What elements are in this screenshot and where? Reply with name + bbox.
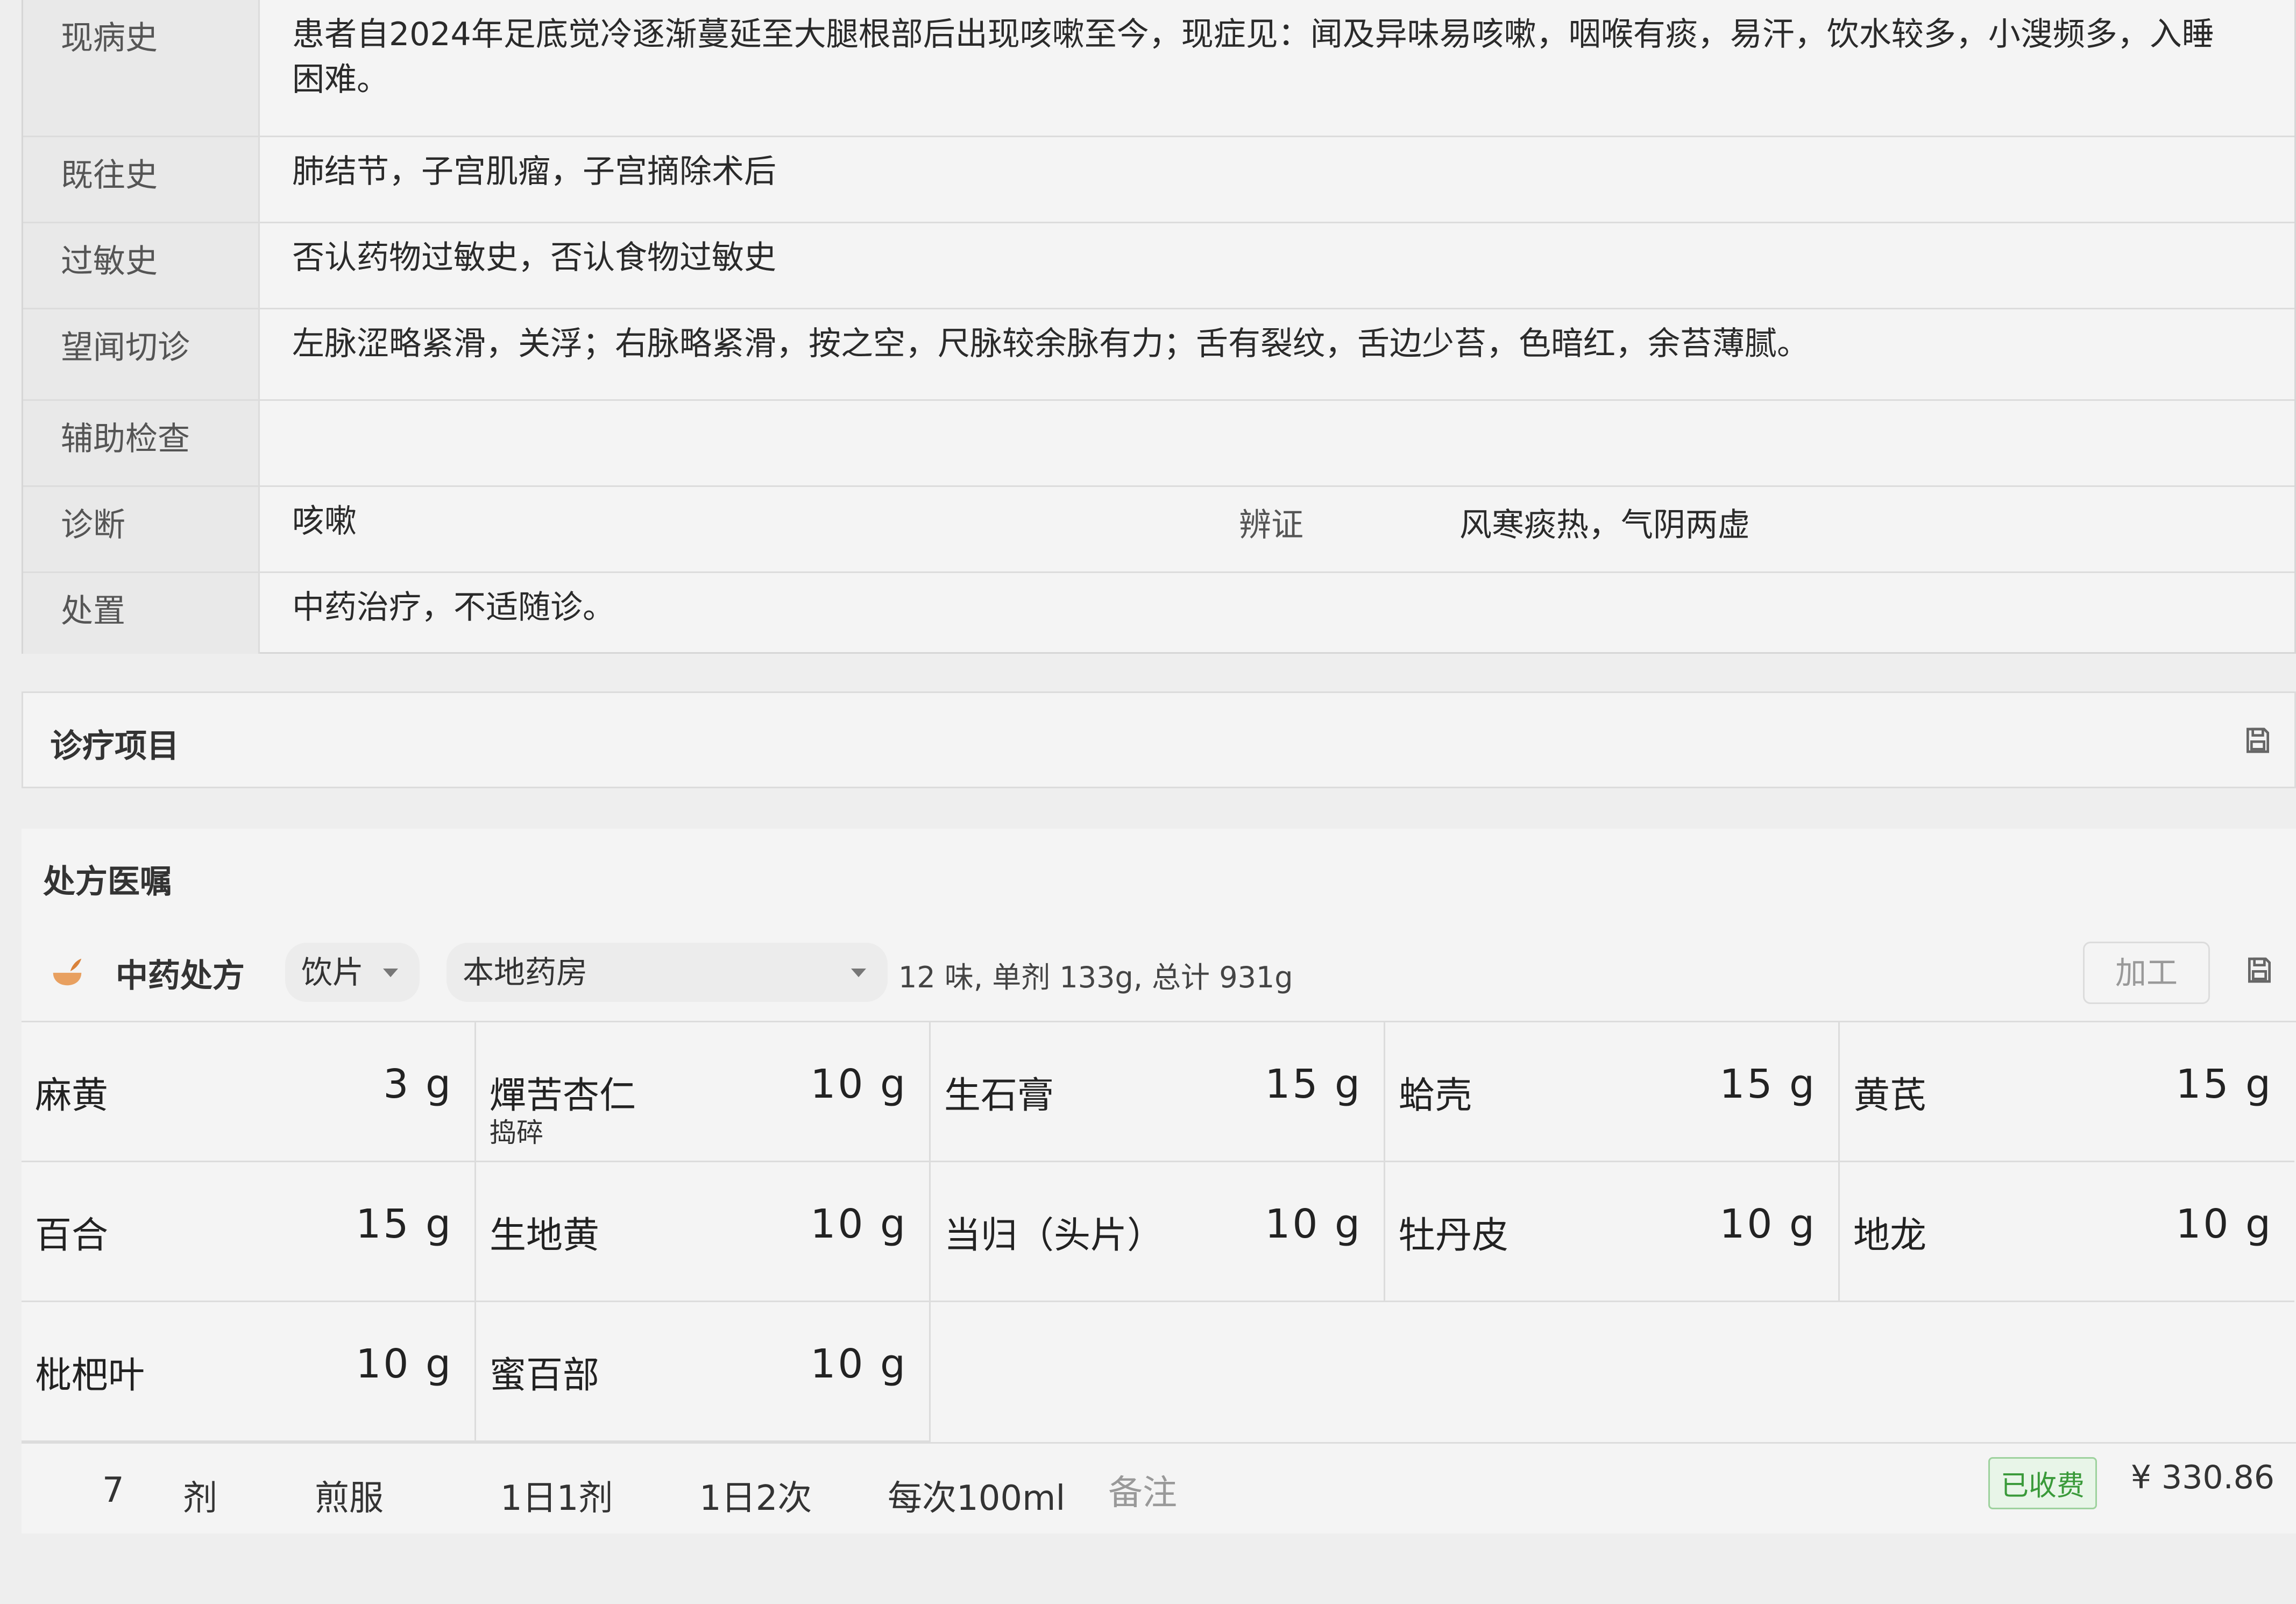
prescription-title: 处方医嘱 xyxy=(43,863,172,901)
syndrome-label: 辨证 xyxy=(1239,506,1303,544)
past-history-row: 既往史 肺结节，子宫肌瘤，子宫摘除术后 xyxy=(23,137,2294,223)
herb-dose: 15 g xyxy=(2175,1061,2273,1107)
medical-record-table: 现病史 患者自2024年足底觉冷逐渐蔓延至大腿根部后出现咳嗽至今，现症见：闻及异… xyxy=(22,0,2296,654)
save-icon[interactable] xyxy=(2243,725,2273,755)
herb-name: 黄芪 xyxy=(1853,1075,1927,1117)
herb-name: 生地黄 xyxy=(490,1214,600,1257)
per-time-amount[interactable]: 每次100ml xyxy=(888,1471,1065,1520)
herb-name: 枇杷叶 xyxy=(35,1354,145,1397)
status-badge: 已收费 xyxy=(1988,1457,2097,1509)
daily-doses[interactable]: 1日1剂 xyxy=(500,1471,613,1520)
daily-times[interactable]: 1日2次 xyxy=(699,1471,812,1520)
herb-dose: 10 g xyxy=(810,1061,908,1107)
herb-dose: 15 g xyxy=(1719,1061,1817,1107)
allergy-row: 过敏史 否认药物过敏史，否认食物过敏史 xyxy=(23,223,2294,309)
form-select-value: 饮片 xyxy=(301,954,364,991)
herb-name: 牡丹皮 xyxy=(1399,1214,1509,1257)
herb-dose: 10 g xyxy=(2175,1201,2273,1247)
present-history-value: 患者自2024年足底觉冷逐渐蔓延至大腿根部后出现咳嗽至今，现症见：闻及异味易咳嗽… xyxy=(292,16,2214,98)
herb-dose: 15 g xyxy=(1265,1061,1362,1107)
herb-name: 蜜百部 xyxy=(490,1354,600,1397)
four-exam-label: 望闻切诊 xyxy=(61,329,190,366)
four-exam-row: 望闻切诊 左脉涩略紧滑，关浮；右脉略紧滑，按之空，尺脉较余脉有力；舌有裂纹，舌边… xyxy=(23,309,2294,401)
allergy-value: 否认药物过敏史，否认食物过敏史 xyxy=(292,239,776,277)
herb-dose: 10 g xyxy=(356,1341,453,1387)
prescription-type-label: 中药处方 xyxy=(116,957,245,995)
past-history-value: 肺结节，子宫肌瘤，子宫摘除术后 xyxy=(292,153,776,190)
herb-dose: 10 g xyxy=(810,1201,908,1247)
prescription-summary: 12 味, 单剂 133g, 总计 931g xyxy=(898,960,1293,994)
diagnosis-row: 诊断 咳嗽 辨证 风寒痰热，气阴两虚 xyxy=(23,487,2294,573)
usage-method[interactable]: 煎服 xyxy=(315,1471,384,1520)
pharmacy-select-value: 本地药房 xyxy=(463,954,588,991)
herb-dose: 10 g xyxy=(1265,1201,1362,1247)
herbal-medicine-icon xyxy=(53,958,82,986)
past-history-label: 既往史 xyxy=(61,157,158,194)
herb-item[interactable]: 百合 15 g xyxy=(22,1162,476,1302)
herb-name: 生石膏 xyxy=(944,1075,1054,1117)
herb-grid: 麻黄 3 g 燀苦杏仁 捣碎 10 g 生石膏 15 g 蛤壳 15 g 黄芪 15 g 百合 15 g… xyxy=(22,1022,2296,1442)
aux-exam-label: 辅助检查 xyxy=(61,420,190,458)
present-history-label: 现病史 xyxy=(61,19,158,57)
save-icon[interactable] xyxy=(2244,955,2274,985)
process-button[interactable]: 加工 xyxy=(2083,942,2210,1004)
herb-dose: 15 g xyxy=(356,1201,453,1247)
disposal-value: 中药治疗，不适随诊。 xyxy=(292,589,615,626)
herb-item[interactable]: 麻黄 3 g xyxy=(22,1022,476,1162)
disposal-row: 处置 中药治疗，不适随诊。 xyxy=(23,573,2294,654)
herb-item[interactable]: 当归（头片） 10 g xyxy=(931,1162,1385,1302)
four-exam-value: 左脉涩略紧滑，关浮；右脉略紧滑，按之空，尺脉较余脉有力；舌有裂纹，舌边少苔，色暗… xyxy=(292,325,1809,363)
herb-name: 百合 xyxy=(35,1214,109,1257)
dose-count[interactable]: 7 xyxy=(102,1471,124,1510)
disposal-label: 处置 xyxy=(61,592,125,630)
treatment-items-section: 诊疗项目 xyxy=(22,691,2296,788)
herb-name: 麻黄 xyxy=(35,1075,109,1117)
diagnosis-label: 诊断 xyxy=(61,506,125,544)
prescription-footer: 7 剂 煎服 1日1剂 1日2次 每次100ml 备注 已收费 ¥ 330.86 xyxy=(22,1442,2296,1534)
treatment-items-title: 诊疗项目 xyxy=(50,727,179,765)
herb-name: 当归（头片） xyxy=(944,1214,1164,1257)
herb-item[interactable]: 蜜百部 10 g xyxy=(476,1302,931,1442)
herb-item[interactable]: 燀苦杏仁 捣碎 10 g xyxy=(476,1022,931,1162)
remark-field[interactable]: 备注 xyxy=(1108,1465,1177,1515)
diagnosis-value: 咳嗽 xyxy=(292,503,357,540)
pharmacy-select[interactable]: 本地药房 xyxy=(447,943,888,1002)
herb-item[interactable]: 蛤壳 15 g xyxy=(1385,1022,1840,1162)
herb-name: 蛤壳 xyxy=(1399,1075,1472,1117)
herb-item[interactable]: 生地黄 10 g xyxy=(476,1162,931,1302)
herb-dose: 3 g xyxy=(383,1061,453,1107)
syndrome-value: 风寒痰热，气阴两虚 xyxy=(1459,506,1750,544)
prescription-toolbar: 中药处方 饮片 本地药房 12 味, 单剂 133g, 总计 931g 加工 xyxy=(22,920,2296,1022)
present-history-row: 现病史 患者自2024年足底觉冷逐渐蔓延至大腿根部后出现咳嗽至今，现症见：闻及异… xyxy=(23,0,2294,137)
aux-exam-row: 辅助检查 xyxy=(23,401,2294,487)
form-select[interactable]: 饮片 xyxy=(285,943,420,1002)
herb-item[interactable]: 生石膏 15 g xyxy=(931,1022,1385,1162)
chevron-down-icon xyxy=(851,969,866,977)
prescription-header: 处方医嘱 xyxy=(22,829,2296,920)
herb-note: 捣碎 xyxy=(490,1117,543,1148)
herb-item[interactable]: 枇杷叶 10 g xyxy=(22,1302,476,1442)
dose-unit: 剂 xyxy=(183,1479,217,1518)
allergy-label: 过敏史 xyxy=(61,243,158,280)
herb-dose: 10 g xyxy=(1719,1201,1817,1247)
herb-item[interactable]: 牡丹皮 10 g xyxy=(1385,1162,1840,1302)
herb-item[interactable]: 黄芪 15 g xyxy=(1840,1022,2294,1162)
herb-name: 地龙 xyxy=(1853,1214,1927,1257)
chevron-down-icon xyxy=(383,969,398,977)
herb-dose: 10 g xyxy=(810,1341,908,1387)
herb-item[interactable]: 地龙 10 g xyxy=(1840,1162,2294,1302)
price: ¥ 330.86 xyxy=(2130,1459,2274,1496)
